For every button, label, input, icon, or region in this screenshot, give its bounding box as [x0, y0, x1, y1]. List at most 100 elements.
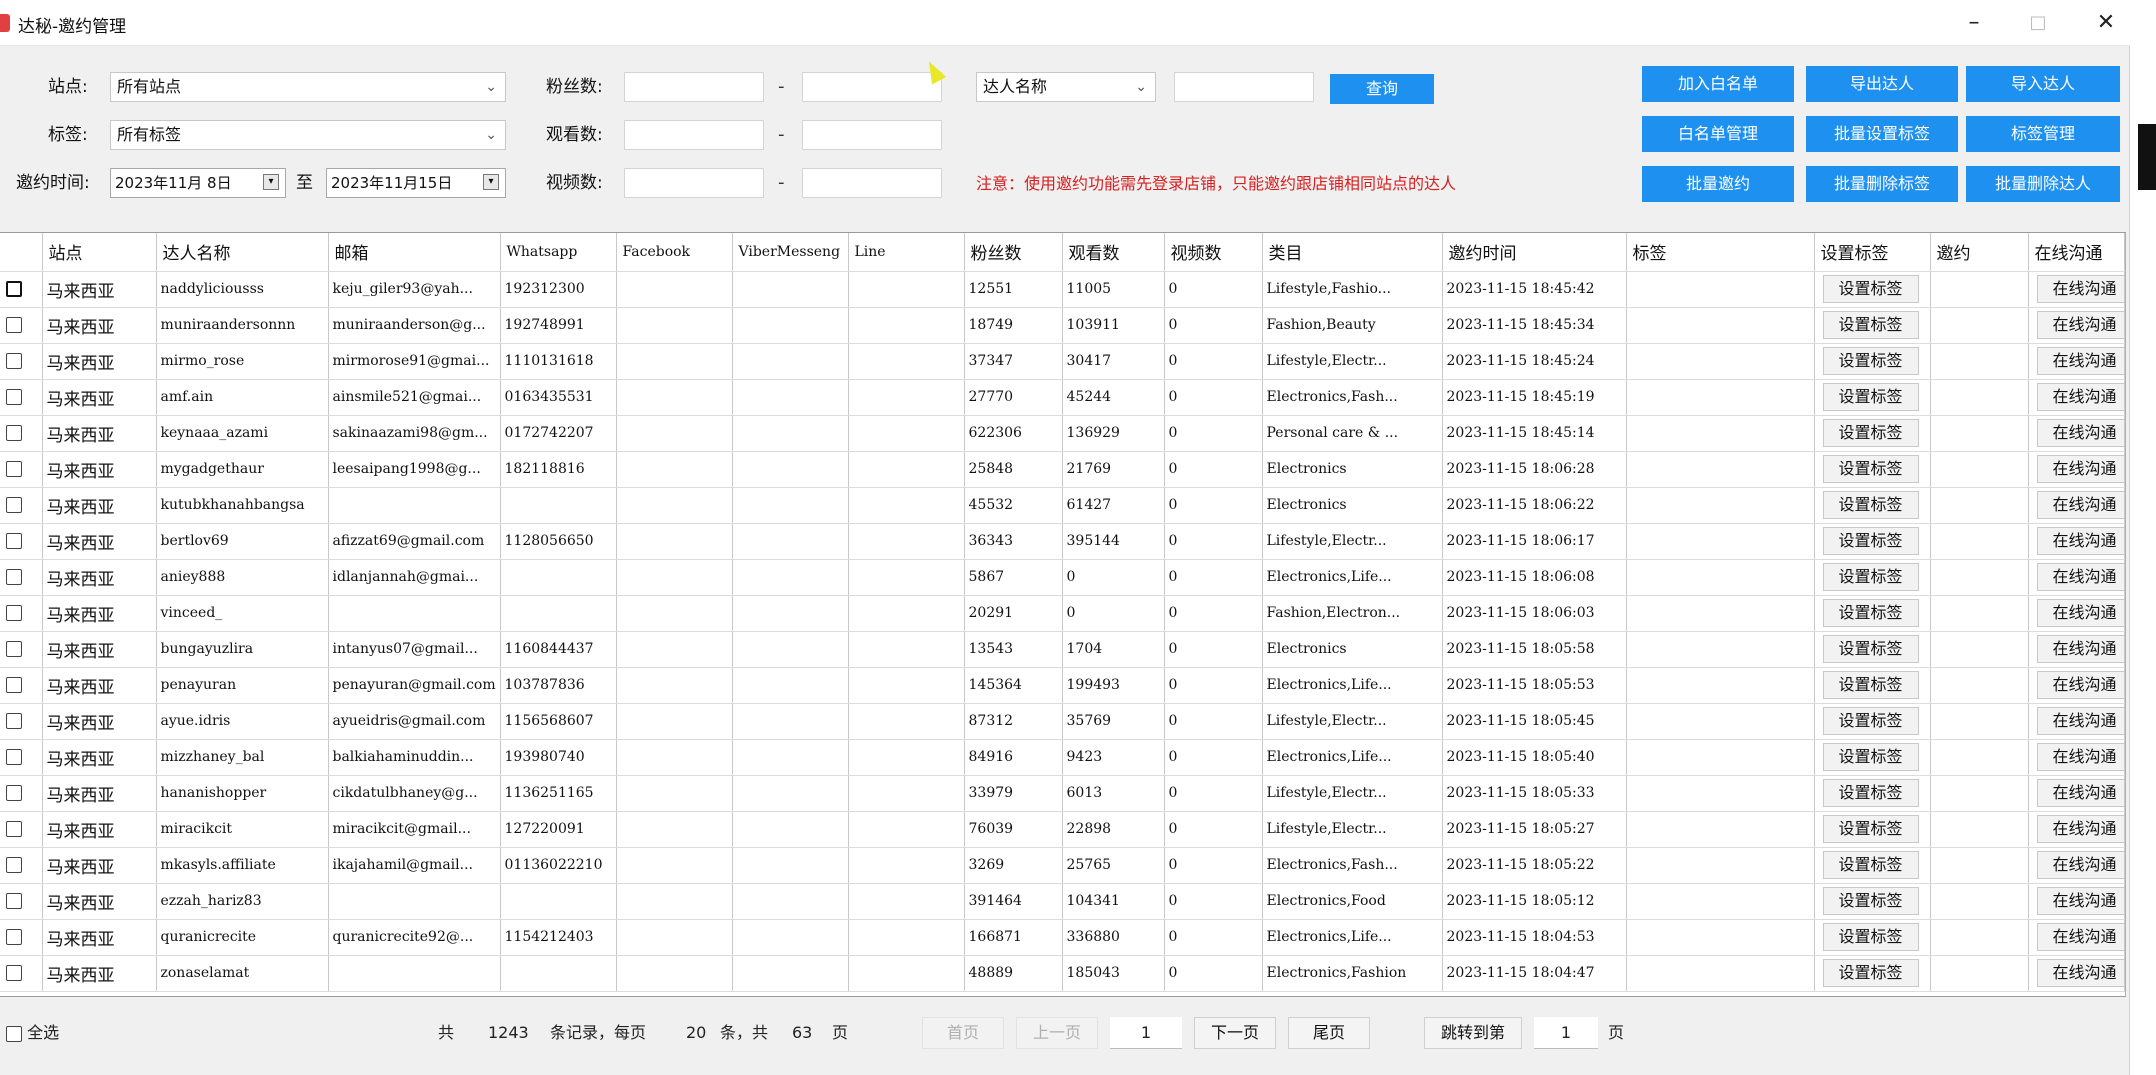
batch-invite-button[interactable]: 批量邀约	[1642, 166, 1794, 202]
row-select-checkbox[interactable]	[6, 281, 22, 297]
row-select-checkbox[interactable]	[6, 785, 22, 801]
videos-max-input[interactable]	[802, 168, 942, 198]
views-min-input[interactable]	[624, 120, 764, 150]
set-tag-button[interactable]: 设置标签	[1822, 635, 1919, 663]
set-tag-button[interactable]: 设置标签	[1822, 599, 1919, 627]
table-row[interactable]: 马来西亚 hananishopper cikdatulbhaney@g... 1136…	[0, 775, 2125, 812]
add-whitelist-button[interactable]: 加入白名单	[1642, 66, 1794, 102]
name-search-input[interactable]	[1174, 72, 1314, 102]
col-header-whatsapp[interactable]: Whatsapp	[500, 233, 617, 272]
online-chat-button[interactable]: 在线沟通	[2036, 959, 2123, 987]
set-tag-button[interactable]: 设置标签	[1822, 707, 1919, 735]
set-tag-button[interactable]: 设置标签	[1822, 563, 1919, 591]
date-from-picker[interactable]: 2023年11月 8日 ▾	[110, 168, 286, 198]
batch-delete-button[interactable]: 批量删除达人	[1966, 166, 2120, 202]
online-chat-button[interactable]: 在线沟通	[2036, 563, 2123, 591]
table-row[interactable]: 马来西亚 penayuran penayuran@gmail.com 10378783…	[0, 667, 2125, 704]
next-page-button[interactable]: 下一页	[1194, 1017, 1276, 1049]
row-select-checkbox[interactable]	[6, 893, 22, 909]
import-button[interactable]: 导入达人	[1966, 66, 2120, 102]
set-tag-button[interactable]: 设置标签	[1822, 815, 1919, 843]
set-tag-button[interactable]: 设置标签	[1822, 779, 1919, 807]
row-select-checkbox[interactable]	[6, 713, 22, 729]
online-chat-button[interactable]: 在线沟通	[2036, 671, 2123, 699]
table-row[interactable]: 马来西亚 aniey888 idlanjannah@gmai... 5867 0 0 Ele…	[0, 559, 2125, 596]
row-select-checkbox[interactable]	[6, 497, 22, 513]
online-chat-button[interactable]: 在线沟通	[2036, 347, 2123, 375]
set-tag-button[interactable]: 设置标签	[1822, 419, 1919, 447]
row-select-checkbox[interactable]	[6, 677, 22, 693]
online-chat-button[interactable]: 在线沟通	[2036, 275, 2123, 303]
table-row[interactable]: 马来西亚 mirmo_rose mirmorose91@gmai... 1110131…	[0, 343, 2125, 380]
jump-page-input[interactable]: 1	[1534, 1017, 1598, 1049]
online-chat-button[interactable]: 在线沟通	[2036, 743, 2123, 771]
set-tag-button[interactable]: 设置标签	[1822, 311, 1919, 339]
set-tag-button[interactable]: 设置标签	[1822, 743, 1919, 771]
col-header-facebook[interactable]: Facebook	[616, 233, 733, 272]
col-header-tags[interactable]: 标签	[1626, 233, 1815, 272]
row-select-checkbox[interactable]	[6, 641, 22, 657]
select-all-checkbox[interactable]: 全选	[6, 1017, 59, 1049]
row-select-checkbox[interactable]	[6, 569, 22, 585]
row-select-checkbox[interactable]	[6, 389, 22, 405]
table-row[interactable]: 马来西亚 muniraandersonnn muniraanderson@g... 1…	[0, 307, 2125, 344]
last-page-button[interactable]: 尾页	[1288, 1017, 1370, 1049]
row-select-checkbox[interactable]	[6, 461, 22, 477]
col-header-name[interactable]: 达人名称	[156, 233, 329, 272]
whitelist-manage-button[interactable]: 白名单管理	[1642, 116, 1794, 152]
table-row[interactable]: 马来西亚 naddyliciousss keju_giler93@yah... 192…	[0, 271, 2125, 308]
online-chat-button[interactable]: 在线沟通	[2036, 887, 2123, 915]
col-header-set-tag[interactable]: 设置标签	[1814, 233, 1931, 272]
set-tag-button[interactable]: 设置标签	[1822, 383, 1919, 411]
online-chat-button[interactable]: 在线沟通	[2036, 311, 2123, 339]
col-header-views[interactable]: 观看数	[1062, 233, 1165, 272]
col-header-line[interactable]: Line	[848, 233, 965, 272]
tag-manage-button[interactable]: 标签管理	[1966, 116, 2120, 152]
online-chat-button[interactable]: 在线沟通	[2036, 383, 2123, 411]
first-page-button[interactable]: 首页	[922, 1017, 1004, 1049]
set-tag-button[interactable]: 设置标签	[1822, 491, 1919, 519]
row-select-checkbox[interactable]	[6, 965, 22, 981]
batch-delete-tags-button[interactable]: 批量删除标签	[1806, 166, 1958, 202]
online-chat-button[interactable]: 在线沟通	[2036, 491, 2123, 519]
online-chat-button[interactable]: 在线沟通	[2036, 815, 2123, 843]
table-row[interactable]: 马来西亚 keynaaa_azami sakinaazami98@gm... 0172…	[0, 415, 2125, 452]
table-row[interactable]: 马来西亚 mkasyls.affiliate ikajahamil@gmail...…	[0, 847, 2125, 884]
row-select-checkbox[interactable]	[6, 749, 22, 765]
table-row[interactable]: 马来西亚 kutubkhanahbangsa 45532 61427 0 Electron…	[0, 487, 2125, 524]
query-button[interactable]: 查询	[1330, 74, 1434, 104]
close-button[interactable]: ✕	[2086, 8, 2126, 38]
online-chat-button[interactable]: 在线沟通	[2036, 455, 2123, 483]
site-select[interactable]: 所有站点 ⌄	[110, 72, 506, 102]
batch-set-tags-button[interactable]: 批量设置标签	[1806, 116, 1958, 152]
maximize-button[interactable]: □	[2018, 8, 2058, 38]
col-header-viber[interactable]: ViberMesseng	[732, 233, 849, 272]
minimize-button[interactable]: –	[1954, 8, 1994, 38]
col-header-chat[interactable]: 在线沟通	[2028, 233, 2125, 272]
prev-page-button[interactable]: 上一页	[1016, 1017, 1098, 1049]
table-row[interactable]: 马来西亚 zonaselamat 48889 185043 0 Electronics,F…	[0, 955, 2125, 992]
row-select-checkbox[interactable]	[6, 857, 22, 873]
set-tag-button[interactable]: 设置标签	[1822, 959, 1919, 987]
online-chat-button[interactable]: 在线沟通	[2036, 779, 2123, 807]
set-tag-button[interactable]: 设置标签	[1822, 851, 1919, 879]
name-field-select[interactable]: 达人名称 ⌄	[976, 72, 1156, 102]
date-to-picker[interactable]: 2023年11月15日 ▾	[326, 168, 506, 198]
online-chat-button[interactable]: 在线沟通	[2036, 635, 2123, 663]
fans-min-input[interactable]	[624, 72, 764, 102]
views-max-input[interactable]	[802, 120, 942, 150]
online-chat-button[interactable]: 在线沟通	[2036, 599, 2123, 627]
set-tag-button[interactable]: 设置标签	[1822, 671, 1919, 699]
online-chat-button[interactable]: 在线沟通	[2036, 707, 2123, 735]
table-row[interactable]: 马来西亚 amf.ain ainsmile521@gmai... 0163435531…	[0, 379, 2125, 416]
table-row[interactable]: 马来西亚 miracikcit miracikcit@gmail... 1272200…	[0, 811, 2125, 848]
set-tag-button[interactable]: 设置标签	[1822, 527, 1919, 555]
export-button[interactable]: 导出达人	[1806, 66, 1958, 102]
col-header-invite[interactable]: 邀约	[1930, 233, 2029, 272]
table-row[interactable]: 马来西亚 bungayuzlira intanyus07@gmail... 11608…	[0, 631, 2125, 668]
table-row[interactable]: 马来西亚 ayue.idris ayueidris@gmail.com 1156568…	[0, 703, 2125, 740]
col-header-category[interactable]: 类目	[1262, 233, 1443, 272]
table-row[interactable]: 马来西亚 vinceed_ 20291 0 0 Fashion,Electron... 20…	[0, 595, 2125, 632]
col-header-site[interactable]: 站点	[42, 233, 157, 272]
table-row[interactable]: 马来西亚 mizzhaney_bal balkiahaminuddin... 1939…	[0, 739, 2125, 776]
